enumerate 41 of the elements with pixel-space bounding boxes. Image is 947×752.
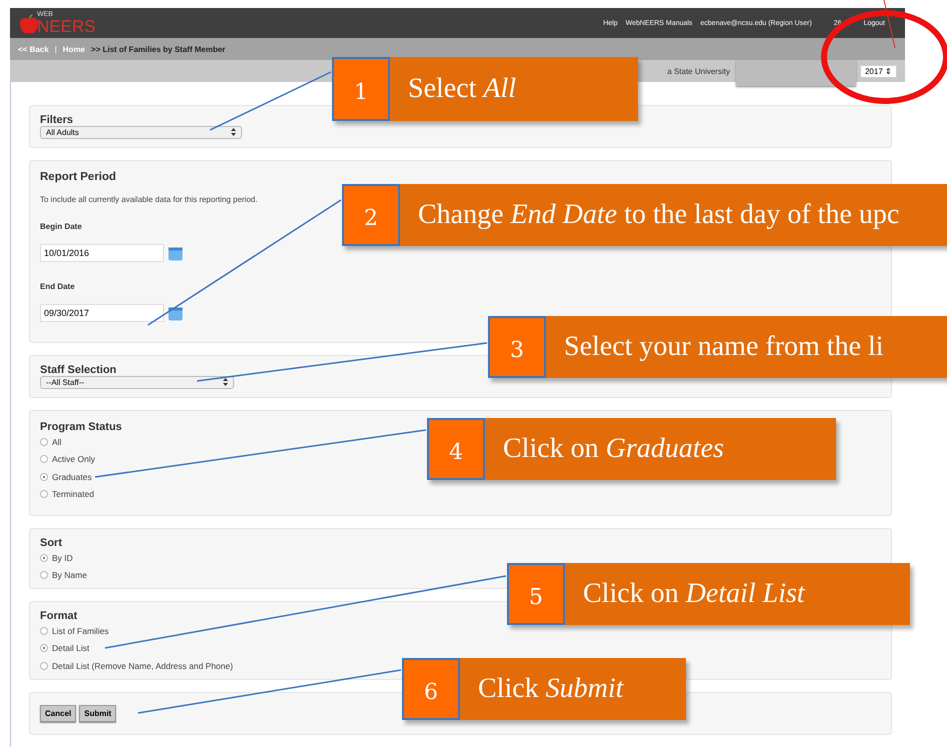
separator: |: [54, 44, 57, 54]
radio-label[interactable]: All: [52, 436, 62, 447]
radio-label[interactable]: Detail List (Remove Name, Address and Phone): [52, 660, 233, 671]
step-tooltip: Change End Date to the last day of the upc: [400, 184, 947, 246]
step-tooltip: Click on Detail List: [565, 563, 910, 625]
step-number-tooltip: 3: [488, 316, 546, 378]
form-button[interactable]: Cancel: [40, 704, 76, 722]
field-label: End Date: [40, 282, 75, 291]
section-title: Program Status: [40, 421, 123, 433]
section-title: Filters: [40, 114, 74, 126]
note-text: To include all currently available data for this reporting period.: [40, 195, 258, 204]
step-tooltip: Select All: [390, 57, 638, 121]
breadcrumb-current: >> List of Families by Staff Member: [91, 44, 226, 54]
step-number-tooltip: 6: [402, 658, 460, 720]
step-number-tooltip: 2: [342, 184, 400, 246]
form-button[interactable]: Submit: [79, 704, 116, 722]
radio-label[interactable]: Graduates: [52, 472, 92, 482]
date-field[interactable]: 09/30/2017: [40, 304, 164, 322]
section-title: Format: [40, 610, 78, 622]
radio-label[interactable]: List of Families: [52, 626, 109, 636]
radio-label[interactable]: Active Only: [52, 454, 95, 464]
section-title: Report Period: [40, 171, 118, 183]
filter-select[interactable]: All Adults: [40, 126, 242, 139]
radio-label[interactable]: By ID: [52, 552, 73, 563]
step-tooltip: Click Submit: [460, 658, 686, 720]
year-select[interactable]: 2017 ⇕: [860, 64, 897, 78]
radio-label[interactable]: By Name: [52, 570, 87, 580]
radio-label[interactable]: Detail List: [52, 643, 90, 654]
logo-text: NEERS: [37, 18, 96, 35]
step-number-tooltip: 1: [332, 57, 390, 121]
step-number-tooltip: 5: [507, 563, 565, 625]
radio-label[interactable]: Terminated: [52, 489, 94, 500]
step-tooltip: Select your name from the li: [546, 316, 947, 378]
date-field[interactable]: 10/01/2016: [40, 244, 164, 262]
step-number-tooltip: 4: [427, 418, 485, 480]
field-label: Begin Date: [40, 222, 82, 231]
staff-select[interactable]: --All Staff--: [40, 376, 234, 389]
institution-label: a State University: [667, 66, 730, 76]
step-tooltip: Click on Graduates: [485, 418, 836, 480]
section-title: Staff Selection: [40, 364, 118, 376]
section-title: Sort: [40, 537, 63, 549]
